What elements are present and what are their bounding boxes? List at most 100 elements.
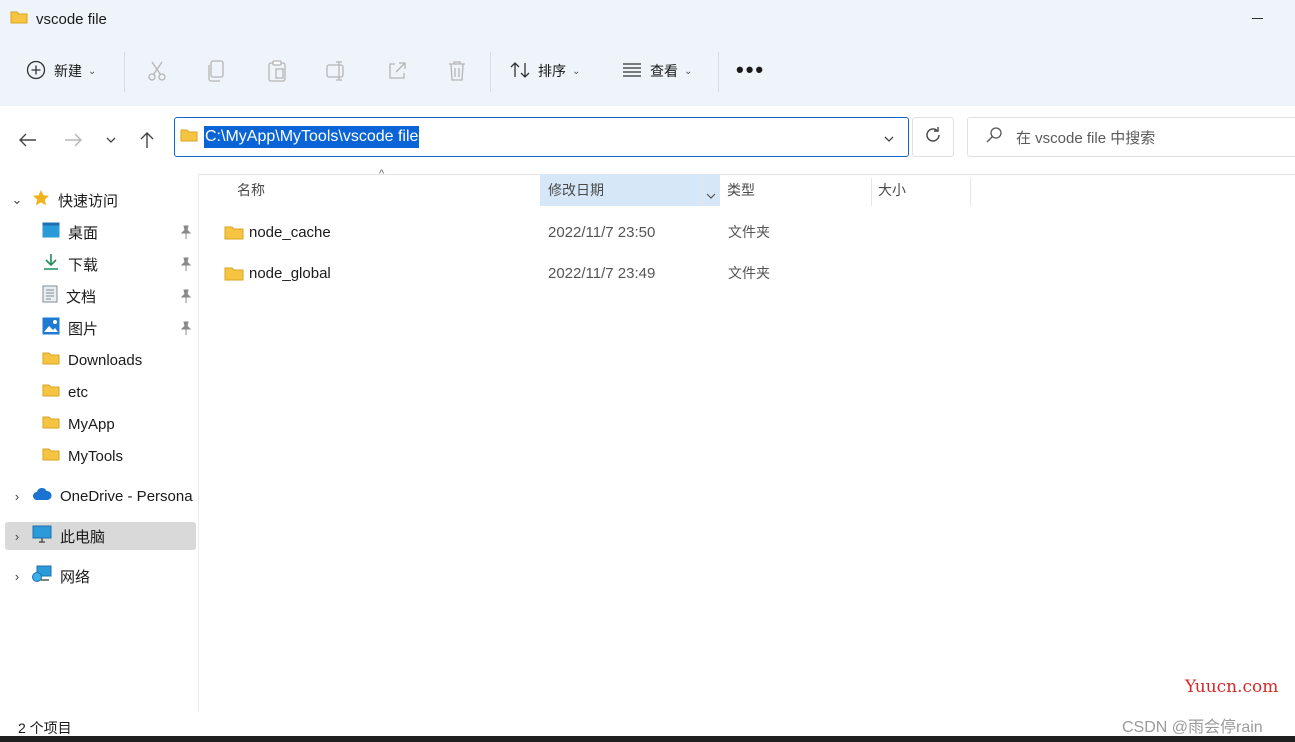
- expand-chevron-right-icon[interactable]: ›: [10, 489, 24, 504]
- sort-button-label: 排序: [538, 63, 566, 79]
- sidebar-item-myapp[interactable]: MyApp: [0, 410, 198, 438]
- copy-icon[interactable]: [203, 58, 229, 84]
- column-header-type[interactable]: 类型: [721, 174, 871, 206]
- view-button[interactable]: 查看 ⌄: [622, 54, 692, 88]
- file-name[interactable]: node_cache: [249, 224, 331, 241]
- rename-icon[interactable]: [324, 58, 350, 84]
- network-icon: [32, 565, 52, 587]
- sidebar-label: 网络: [60, 568, 91, 586]
- csdn-watermark: CSDN @雨会停rain: [1122, 719, 1263, 736]
- sidebar-item-pictures[interactable]: 图片: [0, 314, 198, 342]
- search-placeholder: 在 vscode file 中搜索: [1016, 129, 1156, 147]
- sidebar-label: etc: [68, 383, 89, 401]
- pin-icon[interactable]: [180, 289, 192, 307]
- cut-icon[interactable]: [144, 58, 170, 84]
- view-button-label: 查看: [650, 63, 678, 79]
- address-dropdown-chevron-icon[interactable]: [884, 129, 894, 147]
- folder-icon: [42, 383, 60, 401]
- window-title: vscode file: [36, 10, 107, 28]
- file-list: 名称 ^ 修改日期 类型 大小 node_cache 2022/11/7 23:…: [199, 168, 1295, 712]
- column-divider[interactable]: [703, 178, 704, 206]
- picture-icon: [42, 317, 60, 339]
- sidebar-label: OneDrive - Persona: [60, 487, 193, 505]
- back-arrow-icon[interactable]: [16, 128, 40, 152]
- expand-chevron-right-icon[interactable]: ›: [10, 569, 24, 584]
- column-header-date[interactable]: 修改日期: [540, 174, 720, 206]
- column-header-size[interactable]: 大小: [872, 174, 970, 206]
- sidebar-item-this-pc[interactable]: › 此电脑: [5, 522, 196, 550]
- view-list-icon: [622, 62, 642, 80]
- sidebar-label: 桌面: [68, 224, 99, 242]
- folder-icon: [180, 128, 198, 147]
- search-box[interactable]: 在 vscode file 中搜索: [967, 117, 1295, 157]
- file-row[interactable]: node_cache 2022/11/7 23:50 文件夹: [199, 214, 1295, 250]
- column-header-name[interactable]: 名称 ^: [199, 168, 539, 206]
- up-arrow-icon[interactable]: [135, 128, 159, 152]
- column-divider[interactable]: [970, 178, 971, 206]
- new-button[interactable]: 新建 ⌄: [26, 54, 96, 88]
- column-header-label: 修改日期: [548, 182, 604, 198]
- sidebar-item-documents[interactable]: 文档: [0, 282, 198, 310]
- folder-icon: [42, 351, 60, 369]
- column-filter-chevron-icon[interactable]: [706, 186, 716, 202]
- sidebar-item-onedrive[interactable]: › OneDrive - Persona: [0, 482, 198, 510]
- paste-icon[interactable]: [264, 58, 290, 84]
- sidebar-item-desktop[interactable]: 桌面: [0, 218, 198, 246]
- forward-arrow-icon[interactable]: [61, 128, 85, 152]
- sort-icon: [510, 61, 530, 82]
- sidebar-label: 文档: [66, 288, 97, 306]
- sidebar-item-downloads[interactable]: Downloads: [0, 346, 198, 374]
- sidebar-label: 快速访问: [58, 192, 119, 210]
- sidebar-item-mytools[interactable]: MyTools: [0, 442, 198, 470]
- pin-icon[interactable]: [180, 321, 192, 339]
- download-icon: [42, 253, 60, 275]
- document-icon: [42, 285, 58, 307]
- refresh-icon: [924, 126, 942, 149]
- column-header-label: 名称: [237, 182, 265, 198]
- minimize-button[interactable]: [1247, 8, 1267, 28]
- share-icon[interactable]: [384, 58, 410, 84]
- site-watermark: Yuucn.com: [1185, 677, 1279, 697]
- toolbar-divider: [490, 52, 491, 92]
- title-bar: vscode file: [0, 0, 1295, 38]
- item-count: 2 个项目: [18, 720, 72, 736]
- sort-ascending-caret-icon: ^: [379, 168, 385, 180]
- file-row[interactable]: node_global 2022/11/7 23:49 文件夹: [199, 255, 1295, 291]
- desktop-icon: [42, 222, 60, 242]
- pin-icon[interactable]: [180, 257, 192, 275]
- new-button-label: 新建: [54, 63, 82, 79]
- sidebar-label: 下载: [68, 256, 99, 274]
- refresh-button[interactable]: [912, 117, 954, 157]
- sort-button[interactable]: 排序 ⌄: [510, 54, 580, 88]
- file-name[interactable]: node_global: [249, 265, 331, 282]
- toolbar-divider: [718, 52, 719, 92]
- cloud-icon: [32, 487, 52, 505]
- sidebar-item-quick-access[interactable]: ⌄ 快速访问: [0, 186, 198, 214]
- star-icon: [32, 189, 50, 211]
- sidebar-item-network[interactable]: › 网络: [0, 562, 198, 590]
- sidebar-item-downloads-cn[interactable]: 下载: [0, 250, 198, 278]
- sidebar-label: 图片: [68, 320, 99, 338]
- sidebar-label: MyApp: [68, 415, 115, 433]
- search-icon: [986, 126, 1002, 148]
- expand-chevron-down-icon[interactable]: ⌄: [10, 192, 24, 207]
- column-header-label: 类型: [727, 182, 755, 198]
- address-bar[interactable]: C:\MyApp\MyTools\vscode file: [174, 117, 909, 157]
- chevron-down-icon: ⌄: [88, 65, 97, 77]
- more-options-button[interactable]: •••: [736, 59, 765, 81]
- address-path[interactable]: C:\MyApp\MyTools\vscode file: [204, 126, 420, 148]
- delete-icon[interactable]: [444, 58, 470, 84]
- sidebar-label: 此电脑: [60, 528, 106, 546]
- folder-icon: [224, 225, 244, 245]
- folder-icon: [224, 266, 244, 286]
- expand-chevron-right-icon[interactable]: ›: [10, 529, 24, 544]
- recent-locations-chevron-icon[interactable]: [99, 128, 123, 152]
- pin-icon[interactable]: [180, 225, 192, 243]
- sidebar-item-etc[interactable]: etc: [0, 378, 198, 406]
- plus-circle-icon: [26, 60, 46, 83]
- file-type: 文件夹: [728, 265, 770, 281]
- window-bottom-edge: [0, 736, 1295, 742]
- status-bar: 2 个项目: [0, 712, 1295, 736]
- folder-icon: [10, 10, 28, 29]
- computer-icon: [32, 525, 52, 547]
